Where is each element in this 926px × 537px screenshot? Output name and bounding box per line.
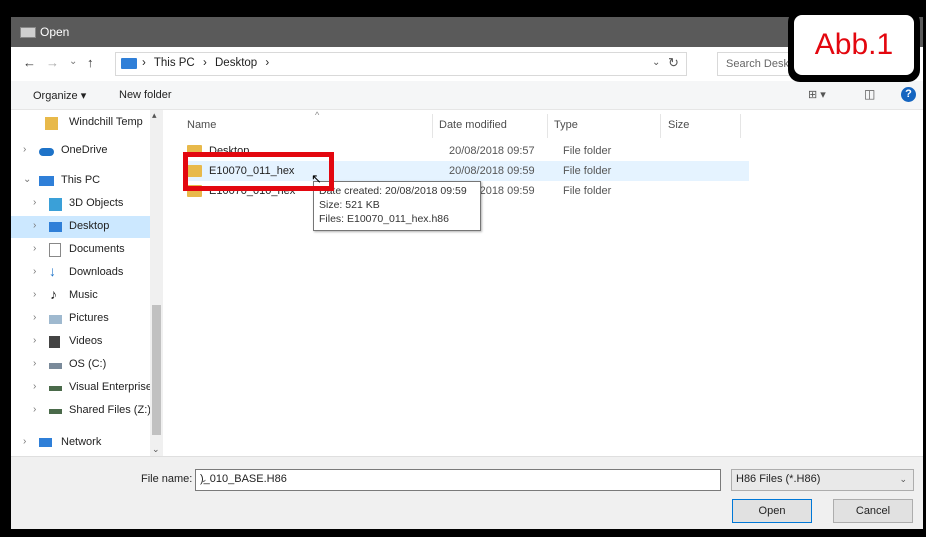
column-separator xyxy=(740,114,741,138)
title-bar: Open xyxy=(11,17,923,47)
scrollbar-thumb[interactable] xyxy=(152,305,161,435)
pc-icon xyxy=(121,58,137,69)
column-name[interactable]: Name xyxy=(187,119,216,131)
address-row: ← → ⌄ ↑ › This PC › Desktop › ⌄ ↻ Search… xyxy=(11,47,923,81)
video-icon xyxy=(49,336,60,348)
nav-scrollbar[interactable]: ▴ ⌄ xyxy=(150,110,163,456)
column-separator xyxy=(547,114,548,138)
toolbar: Organize ▾ New folder ⊞ ▾ ◫ ? xyxy=(11,81,923,110)
breadcrumb-sep: › xyxy=(265,57,270,69)
figure-label: Abb.1 xyxy=(788,10,920,82)
desktop-icon xyxy=(49,222,62,232)
column-type[interactable]: Type xyxy=(554,119,578,131)
cancel-button[interactable]: Cancel xyxy=(833,499,913,523)
nav-item-3d-objects[interactable]: › 3D Objects xyxy=(11,193,151,215)
file-type-filter[interactable]: H86 Files (*.H86) ⌄ xyxy=(731,469,914,491)
pc-icon xyxy=(39,176,54,186)
scroll-down-icon[interactable]: ⌄ xyxy=(152,444,160,455)
window-title: Open xyxy=(40,25,70,39)
organize-button[interactable]: Organize ▾ xyxy=(33,89,86,102)
nav-item-shared-files-z[interactable]: › Shared Files (Z:) xyxy=(11,400,151,422)
chevron-down-icon[interactable]: ⌄ xyxy=(200,474,715,485)
back-arrow-icon[interactable]: ← xyxy=(23,55,36,70)
document-icon xyxy=(49,243,61,257)
help-icon[interactable]: ? xyxy=(901,87,916,102)
network-drive-icon xyxy=(49,386,62,391)
refresh-icon[interactable]: ↻ xyxy=(668,55,679,71)
nav-item-network[interactable]: › Network xyxy=(11,432,151,454)
nav-item-documents[interactable]: › Documents xyxy=(11,239,151,261)
tooltip-date-created: Date created: 20/08/2018 09:59 xyxy=(319,185,467,197)
breadcrumb[interactable]: › This PC › Desktop › xyxy=(142,57,274,69)
breadcrumb-sep: › xyxy=(202,57,207,69)
music-icon: ♪ xyxy=(50,286,57,302)
column-separator xyxy=(432,114,433,138)
nav-item-os-c[interactable]: › OS (C:) xyxy=(11,354,151,376)
nav-item-windchill-temp[interactable]: Windchill Temp ^ xyxy=(11,112,158,134)
nav-item-videos[interactable]: › Videos xyxy=(11,331,151,353)
network-drive-icon xyxy=(49,409,62,414)
content-area: Windchill Temp ^ › OneDrive ⌄ This PC › … xyxy=(11,110,923,456)
download-icon: ↓ xyxy=(49,263,56,279)
preview-pane-icon[interactable]: ◫ xyxy=(864,87,875,101)
column-date-modified[interactable]: Date modified xyxy=(439,119,507,131)
column-size[interactable]: Size xyxy=(668,119,689,131)
tooltip-files: Files: E10070_011_hex.h86 xyxy=(319,213,449,225)
breadcrumb-sep: › xyxy=(142,57,146,69)
nav-item-music[interactable]: › ♪ Music xyxy=(11,285,151,307)
nav-item-this-pc[interactable]: ⌄ This PC xyxy=(11,170,151,192)
forward-arrow-icon[interactable]: → xyxy=(46,55,59,70)
cloud-icon xyxy=(39,148,54,156)
chevron-down-icon[interactable]: ⌄ xyxy=(652,57,660,68)
file-type-value: H86 Files (*.H86) xyxy=(736,473,821,485)
open-dialog: Open ← → ⌄ ↑ › This PC › Desktop › ⌄ ↻ S… xyxy=(11,17,923,529)
column-separator xyxy=(660,114,661,138)
nav-item-downloads[interactable]: › ↓ Downloads xyxy=(11,262,151,284)
breadcrumb-this-pc[interactable]: This PC xyxy=(154,57,195,69)
drive-icon xyxy=(49,363,62,369)
scroll-up-icon[interactable]: ▴ xyxy=(152,110,157,121)
nav-item-visual-enterprise[interactable]: › Visual Enterprise xyxy=(11,377,152,399)
nav-item-pictures[interactable]: › Pictures xyxy=(11,308,151,330)
recent-locations-icon[interactable]: ⌄ xyxy=(69,56,77,67)
new-folder-button[interactable]: New folder xyxy=(119,89,172,101)
cube-icon xyxy=(49,198,62,211)
search-placeholder: Search Desk xyxy=(726,58,789,70)
file-name-field[interactable]: )_010_BASE.H86 ⌄ xyxy=(195,469,721,491)
figure-label-text: Abb.1 xyxy=(794,15,914,75)
sort-ascending-icon: ^ xyxy=(315,110,320,120)
window-icon xyxy=(20,27,36,38)
picture-icon xyxy=(49,315,62,324)
navigation-pane: Windchill Temp ^ › OneDrive ⌄ This PC › … xyxy=(11,110,163,456)
network-icon xyxy=(39,438,52,447)
bottom-bar: File name: )_010_BASE.H86 ⌄ H86 Files (*… xyxy=(11,456,923,529)
open-button[interactable]: Open xyxy=(732,499,812,523)
breadcrumb-desktop[interactable]: Desktop xyxy=(215,57,257,69)
chevron-down-icon[interactable]: ⌄ xyxy=(899,474,907,485)
address-bar[interactable]: › This PC › Desktop › ⌄ ↻ xyxy=(115,52,687,76)
folder-tooltip: Date created: 20/08/2018 09:59 Size: 521… xyxy=(313,181,481,231)
nav-item-onedrive[interactable]: › OneDrive xyxy=(11,140,151,162)
nav-item-desktop[interactable]: › Desktop xyxy=(11,216,151,238)
folder-icon xyxy=(45,117,58,130)
file-name-label: File name: xyxy=(141,473,193,485)
highlight-box xyxy=(183,152,334,191)
tooltip-size: Size: 521 KB xyxy=(319,199,380,211)
view-options-icon[interactable]: ⊞ ▾ xyxy=(808,88,826,101)
up-arrow-icon[interactable]: ↑ xyxy=(87,55,94,70)
